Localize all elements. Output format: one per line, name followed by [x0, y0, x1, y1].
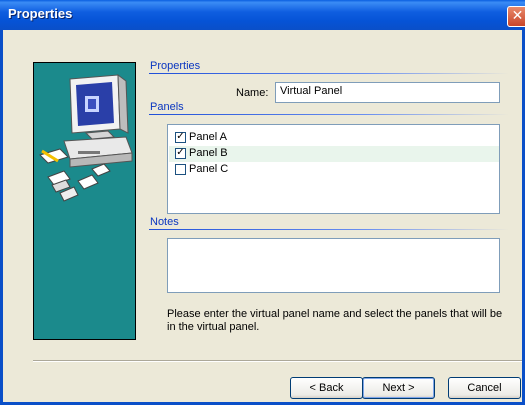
name-label: Name: [236, 87, 269, 99]
panel-c-checkbox[interactable] [175, 164, 186, 175]
button-separator [33, 360, 522, 362]
back-button[interactable]: < Back [290, 377, 363, 399]
instruction-text: Please enter the virtual panel name and … [167, 308, 503, 333]
panel-item-c[interactable]: Panel C [169, 162, 499, 178]
properties-divider [149, 73, 509, 74]
notes-textarea[interactable] [167, 238, 500, 293]
panel-a-label: Panel A [189, 131, 227, 143]
cancel-button[interactable]: Cancel [448, 377, 521, 399]
panels-section-header: Panels [150, 101, 184, 113]
computer-icon [39, 73, 133, 202]
panel-c-label: Panel C [189, 163, 229, 175]
properties-section-header: Properties [150, 60, 201, 72]
properties-dialog: Properties ✕ Properties Name: Virtual Pa… [0, 0, 525, 405]
next-button[interactable]: Next > [362, 377, 435, 399]
notes-section-header: Notes [150, 216, 179, 228]
close-icon: ✕ [511, 8, 524, 24]
close-button[interactable]: ✕ [507, 6, 525, 27]
notes-divider [149, 229, 509, 230]
panel-item-b[interactable]: ✓ Panel B [169, 146, 499, 162]
documents-icon [47, 163, 111, 202]
window-title: Properties [8, 6, 73, 21]
wizard-side-banner [33, 62, 136, 340]
name-input[interactable]: Virtual Panel [275, 82, 500, 103]
panel-b-label: Panel B [189, 147, 228, 159]
checkbox-checked-icon: ✓ [176, 147, 185, 158]
panels-checklist[interactable]: ✓ Panel A ✓ Panel B Panel C [167, 124, 500, 214]
window-frame-left [0, 30, 3, 405]
checkbox-checked-icon: ✓ [176, 131, 185, 142]
panel-item-a[interactable]: ✓ Panel A [169, 130, 499, 146]
panels-divider [149, 114, 509, 115]
panel-b-checkbox[interactable]: ✓ [175, 147, 186, 159]
panel-a-checkbox[interactable]: ✓ [175, 131, 186, 143]
title-bar[interactable]: Properties ✕ [0, 0, 525, 30]
